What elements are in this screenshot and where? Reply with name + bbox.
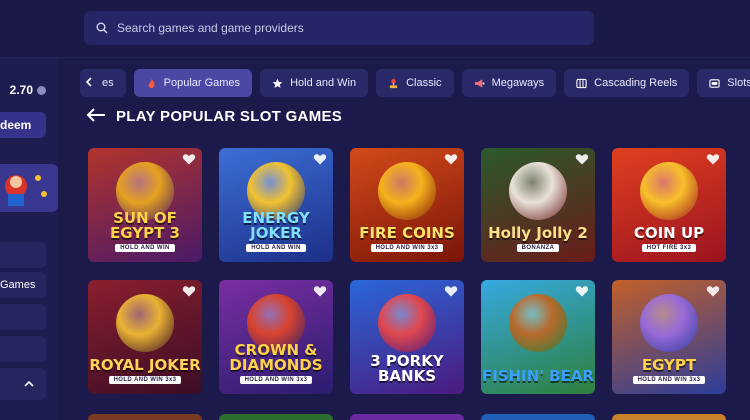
- game-title: COIN UP: [633, 224, 705, 242]
- game-card-partial[interactable]: [219, 414, 333, 420]
- game-artwork: [116, 294, 174, 352]
- tab-label: Cascading Reels: [594, 77, 678, 89]
- heart-icon[interactable]: [313, 152, 327, 166]
- heart-icon[interactable]: [444, 152, 458, 166]
- game-card-partial[interactable]: [481, 414, 595, 420]
- joystick-icon: [389, 78, 398, 88]
- tab-classic[interactable]: Classic: [376, 69, 454, 97]
- tab-label: Megaways: [491, 77, 545, 89]
- game-card-partial[interactable]: [612, 414, 726, 420]
- game-artwork: [640, 162, 698, 220]
- game-grid: SUN OF EGYPT 3 HOLD AND WIN ENERGY JOKER HO…: [88, 148, 726, 394]
- redeem-label: deem: [0, 118, 32, 132]
- tab-label: Classic: [406, 77, 442, 89]
- tabs-scroll-left-button[interactable]: [80, 72, 98, 92]
- sidebar-item-label: Games: [0, 279, 36, 291]
- game-artwork: [640, 294, 698, 352]
- heart-icon[interactable]: [182, 284, 196, 298]
- slot-machine-icon: [709, 78, 720, 88]
- top-bar: Search games and game providers: [0, 0, 750, 58]
- balance-value: 2.70: [9, 83, 33, 97]
- back-arrow-icon[interactable]: [86, 107, 106, 125]
- heart-icon[interactable]: [706, 152, 720, 166]
- heart-icon[interactable]: [575, 284, 589, 298]
- game-subtitle: BONANZA: [516, 244, 560, 252]
- promo-thumbnail[interactable]: [0, 164, 58, 212]
- category-tabs: es Popular Games Hold and Win Classic Me…: [80, 68, 750, 98]
- tab-label: es: [102, 77, 114, 89]
- game-title: 3 PORKY BANKS: [370, 352, 444, 385]
- section-title: PLAY POPULAR SLOT GAMES: [116, 107, 343, 125]
- star-icon: [272, 78, 283, 88]
- tab-cascading-reels[interactable]: Cascading Reels: [564, 69, 690, 97]
- game-subtitle: HOLD AND WIN 3x3: [370, 244, 444, 252]
- game-card[interactable]: FIRE COINS HOLD AND WIN 3x3: [350, 148, 464, 262]
- game-card-partial[interactable]: [350, 414, 464, 420]
- heart-icon[interactable]: [444, 284, 458, 298]
- game-card[interactable]: COIN UP HOT FIRE 3x3: [612, 148, 726, 262]
- search-placeholder: Search games and game providers: [117, 21, 304, 35]
- game-title: EGYPT: [641, 356, 697, 374]
- heart-icon[interactable]: [575, 152, 589, 166]
- heart-icon[interactable]: [182, 152, 196, 166]
- game-card[interactable]: EGYPT HOLD AND WIN 3x3: [612, 280, 726, 394]
- game-title: ROYAL JOKER: [89, 356, 201, 374]
- sidebar-item-games[interactable]: Games: [0, 272, 46, 298]
- tab-hold-and-win[interactable]: Hold and Win: [260, 69, 369, 97]
- game-subtitle: HOLD AND WIN 3x3: [108, 376, 182, 384]
- promo-art: [0, 164, 58, 212]
- game-artwork: [378, 162, 436, 220]
- tab-slots[interactable]: Slots: [697, 69, 750, 97]
- game-subtitle: HOLD AND WIN 3x3: [632, 376, 706, 384]
- megaphone-icon: [474, 78, 484, 88]
- tab-megaways[interactable]: Megaways: [461, 69, 557, 97]
- game-card[interactable]: ROYAL JOKER HOLD AND WIN 3x3: [88, 280, 202, 394]
- search-input[interactable]: Search games and game providers: [84, 11, 594, 45]
- tab-label: Hold and Win: [290, 77, 357, 89]
- section-header: PLAY POPULAR SLOT GAMES: [86, 106, 342, 126]
- game-card[interactable]: 3 PORKY BANKS: [350, 280, 464, 394]
- game-card-partial[interactable]: [88, 414, 202, 420]
- game-card[interactable]: ENERGY JOKER HOLD AND WIN: [219, 148, 333, 262]
- heart-icon[interactable]: [706, 284, 720, 298]
- heart-icon[interactable]: [313, 284, 327, 298]
- game-subtitle: HOT FIRE 3x3: [641, 244, 697, 252]
- game-artwork: [509, 162, 567, 220]
- flame-icon: [148, 78, 155, 88]
- game-card[interactable]: FISHIN' BEAR: [481, 280, 595, 394]
- tab-label: Slots: [727, 77, 750, 89]
- info-icon[interactable]: [37, 85, 46, 95]
- sidebar-item[interactable]: [0, 336, 46, 362]
- sidebar-collapse-toggle[interactable]: [0, 368, 46, 400]
- game-title: CROWN & DIAMONDS: [229, 341, 323, 374]
- reels-icon: [576, 78, 587, 88]
- game-card[interactable]: Holly Jolly 2 BONANZA: [481, 148, 595, 262]
- game-artwork: [509, 294, 567, 352]
- sidebar-item[interactable]: [0, 304, 46, 330]
- game-subtitle: HOLD AND WIN: [246, 244, 306, 252]
- game-subtitle: HOLD AND WIN: [115, 244, 175, 252]
- game-artwork: [378, 294, 436, 352]
- chevron-up-icon: [24, 380, 34, 387]
- game-subtitle: HOLD AND WIN 3x3: [239, 376, 313, 384]
- game-card[interactable]: CROWN & DIAMONDS HOLD AND WIN 3x3: [219, 280, 333, 394]
- sidebar-item[interactable]: [0, 242, 46, 268]
- game-title: SUN OF EGYPT 3: [110, 209, 180, 242]
- game-title: ENERGY JOKER: [242, 209, 310, 242]
- redeem-button[interactable]: deem: [0, 112, 46, 138]
- balance-display: 2.70: [0, 80, 46, 100]
- game-title: FISHIN' BEAR: [482, 367, 594, 385]
- game-grid-next-row: [88, 414, 726, 420]
- tab-label: Popular Games: [163, 77, 241, 89]
- search-icon: [96, 22, 108, 34]
- chevron-left-icon: [85, 77, 92, 87]
- game-card[interactable]: SUN OF EGYPT 3 HOLD AND WIN: [88, 148, 202, 262]
- tab-popular-games[interactable]: Popular Games: [133, 69, 253, 97]
- game-title: Holly Jolly 2: [488, 224, 588, 242]
- game-title: FIRE COINS: [359, 224, 455, 242]
